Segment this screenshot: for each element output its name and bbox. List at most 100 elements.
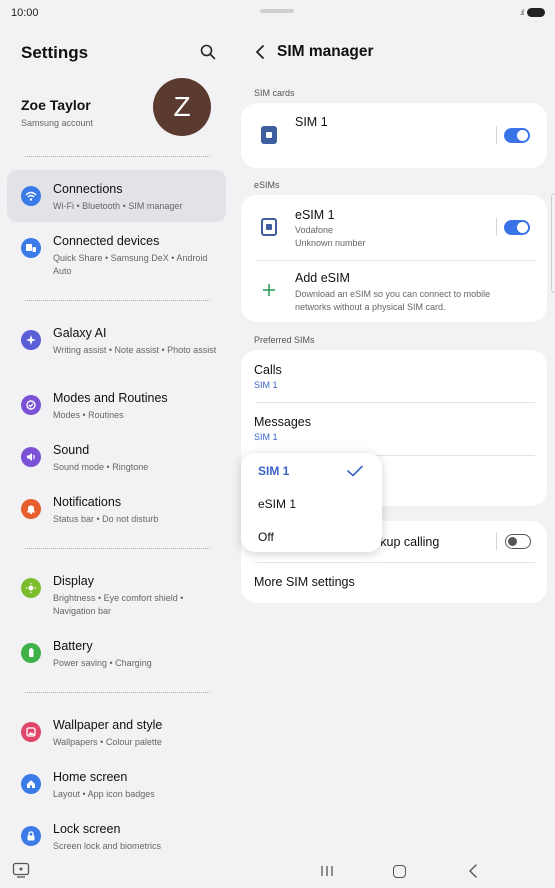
separator xyxy=(496,532,497,550)
option-label: Off xyxy=(258,530,274,544)
item-subtitle: Quick Share • Samsung DeX • Android Auto xyxy=(53,253,208,276)
avatar[interactable]: Z xyxy=(153,78,211,136)
item-subtitle: Brightness • Eye comfort shield • Naviga… xyxy=(53,593,184,616)
esim1-name: eSIM 1 xyxy=(295,208,335,222)
recent-apps-icon[interactable] xyxy=(320,865,334,877)
item-subtitle: Modes • Routines xyxy=(53,410,124,420)
option-label: eSIM 1 xyxy=(258,497,297,511)
back-arrow-icon[interactable] xyxy=(254,44,266,60)
dropdown-option-off[interactable]: Off xyxy=(241,519,382,552)
profile-subtitle: Samsung account xyxy=(21,118,94,128)
item-title: Wallpaper and style xyxy=(53,718,163,732)
section-header-esims: eSIMs xyxy=(254,180,280,190)
esim1-toggle[interactable] xyxy=(504,220,530,235)
item-title: Connected devices xyxy=(53,234,160,248)
wallpaper-icon xyxy=(21,722,41,742)
sidebar-item-wallpaper-and-style[interactable]: Wallpaper and style Wallpapers • Colour … xyxy=(7,706,226,758)
esim-icon xyxy=(261,218,277,236)
section-header-preferred-sims: Preferred SIMs xyxy=(254,335,315,345)
backup-calling-toggle[interactable] xyxy=(505,534,531,549)
sparkle-icon xyxy=(21,330,41,350)
sim-select-dropdown: SIM 1 eSIM 1 Off xyxy=(241,453,382,552)
checkmark-icon xyxy=(347,465,363,477)
sidebar-item-sound[interactable]: Sound Sound mode • Ringtone xyxy=(7,431,226,483)
add-esim-title: Add eSIM xyxy=(295,271,350,285)
separator xyxy=(496,126,497,144)
dropdown-option-esim1[interactable]: eSIM 1 xyxy=(241,486,382,519)
more-sim-settings-row[interactable]: More SIM settings xyxy=(241,563,547,603)
option-label: SIM 1 xyxy=(258,464,290,478)
profile-name[interactable]: Zoe Taylor xyxy=(21,97,91,113)
sidebar-item-home-screen[interactable]: Home screen Layout • App icon badges xyxy=(7,758,226,810)
page-title: SIM manager xyxy=(277,43,374,60)
add-esim-row[interactable]: Add eSIM Download an eSIM so you can con… xyxy=(241,261,547,321)
sidebar-item-notifications[interactable]: Notifications Status bar • Do not distur… xyxy=(7,483,226,535)
item-subtitle: Wallpapers • Colour palette xyxy=(53,737,162,747)
messages-row[interactable]: Messages SIM 1 xyxy=(241,403,547,455)
battery-status-icon xyxy=(527,8,545,17)
item-title: Connections xyxy=(53,182,123,196)
item-title: Lock screen xyxy=(53,822,121,836)
avatar-letter: Z xyxy=(173,91,191,122)
status-time: 10:00 xyxy=(11,7,39,19)
signal-icon: .ıl xyxy=(519,8,524,17)
battery-icon xyxy=(21,643,41,663)
divider xyxy=(25,156,210,157)
settings-title: Settings xyxy=(21,43,89,62)
item-subtitle: Sound mode • Ringtone xyxy=(53,462,149,472)
top-handle xyxy=(260,9,294,13)
backup-calling-title: ckup calling xyxy=(374,535,440,549)
speaker-icon xyxy=(21,447,41,467)
separator xyxy=(496,218,497,236)
item-title: Sound xyxy=(53,443,90,457)
esims-card: eSIM 1 Vodafone Unknown number Add eSIM … xyxy=(241,195,547,322)
item-subtitle: Status bar • Do not disturb xyxy=(53,514,159,524)
divider xyxy=(25,692,210,693)
item-title: Notifications xyxy=(53,495,122,509)
messages-title: Messages xyxy=(254,415,311,429)
wifi-icon xyxy=(21,186,41,206)
item-title: Galaxy AI xyxy=(53,326,107,340)
home-icon xyxy=(21,774,41,794)
sidebar-item-display[interactable]: Display Brightness • Eye comfort shield … xyxy=(7,562,226,622)
home-button-icon[interactable] xyxy=(393,865,406,878)
messages-value: SIM 1 xyxy=(254,432,278,442)
calls-value: SIM 1 xyxy=(254,380,278,390)
section-header-sim-cards: SIM cards xyxy=(254,88,295,98)
add-esim-description: Download an eSIM so you can connect to m… xyxy=(295,289,491,312)
item-title: Home screen xyxy=(53,770,128,784)
sidebar-item-battery[interactable]: Battery Power saving • Charging xyxy=(7,627,226,679)
item-subtitle: Power saving • Charging xyxy=(53,658,152,668)
sim-card-icon xyxy=(261,126,277,144)
esim1-carrier: Vodafone xyxy=(295,225,334,235)
sidebar-item-lock-screen[interactable]: Lock screen Screen lock and biometrics xyxy=(7,810,226,862)
calls-title: Calls xyxy=(254,363,282,377)
sun-icon xyxy=(21,578,41,598)
divider xyxy=(25,300,210,301)
sidebar-item-connected-devices[interactable]: Connected devices Quick Share • Samsung … xyxy=(7,222,226,282)
sidebar-item-galaxy-ai[interactable]: Galaxy AI Writing assist • Note assist •… xyxy=(7,314,226,374)
sidebar-item-connections[interactable]: Connections Wi-Fi • Bluetooth • SIM mana… xyxy=(7,170,226,222)
bell-icon xyxy=(21,499,41,519)
item-subtitle: Writing assist • Note assist • Photo ass… xyxy=(53,345,217,355)
item-subtitle: Layout • App icon badges xyxy=(53,789,155,799)
item-title: Modes and Routines xyxy=(53,391,168,405)
status-icons: .ıl xyxy=(520,8,545,17)
sidebar-item-modes-and-routines[interactable]: Modes and Routines Modes • Routines xyxy=(7,379,226,431)
calls-row[interactable]: Calls SIM 1 xyxy=(241,350,547,402)
sim1-toggle[interactable] xyxy=(504,128,530,143)
search-icon[interactable] xyxy=(199,43,217,61)
sim1-row[interactable]: SIM 1 xyxy=(241,103,547,168)
item-title: Battery xyxy=(53,639,93,653)
edge-panel-handle[interactable] xyxy=(551,193,555,293)
nav-back-icon[interactable] xyxy=(468,864,478,878)
esim1-number: Unknown number xyxy=(295,238,366,248)
dropdown-option-sim1[interactable]: SIM 1 xyxy=(241,453,382,486)
more-sim-settings-label: More SIM settings xyxy=(254,575,355,589)
sim1-name: SIM 1 xyxy=(295,115,328,129)
item-title: Display xyxy=(53,574,94,588)
sim-cards-card: SIM 1 xyxy=(241,103,547,168)
keyboard-toggle-icon[interactable] xyxy=(12,862,30,878)
esim1-row[interactable]: eSIM 1 Vodafone Unknown number xyxy=(241,195,491,259)
divider xyxy=(25,548,210,549)
